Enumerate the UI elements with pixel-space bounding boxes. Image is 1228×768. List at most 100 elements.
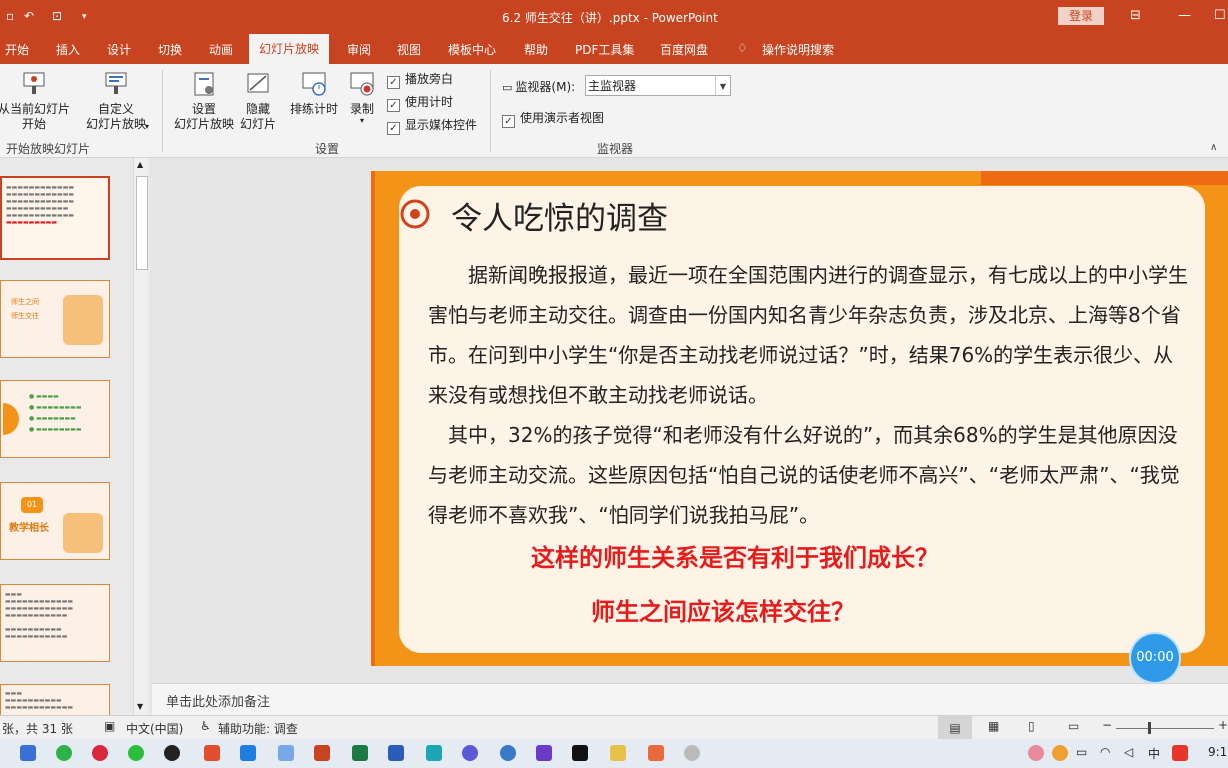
thumbnail-scrollbar[interactable]: ▲ ▼ (133, 158, 148, 715)
slide-question[interactable]: 师生之间应该怎样交往？ (591, 592, 855, 627)
wechat-icon[interactable] (128, 745, 144, 761)
maximize-icon[interactable]: ☐ (1214, 8, 1226, 23)
tab-transitions[interactable]: 切换 (158, 41, 182, 58)
app-icon[interactable] (648, 745, 664, 761)
undo-icon[interactable]: ↶ (24, 9, 34, 23)
tab-review[interactable]: 审阅 (347, 41, 371, 58)
tab-home[interactable]: 开始 (5, 41, 29, 58)
language-indicator[interactable]: 中文(中国) (126, 720, 183, 737)
sogou-input-icon[interactable] (1172, 745, 1188, 761)
tray-icon[interactable] (1052, 745, 1068, 761)
record-icon (350, 72, 374, 96)
tab-animations[interactable]: 动画 (209, 41, 233, 58)
powerpoint-icon[interactable] (314, 745, 330, 761)
app-icon[interactable] (204, 745, 220, 761)
quick-access-dropdown-icon[interactable]: ▾ (82, 12, 87, 22)
app-icon[interactable] (536, 745, 552, 761)
excel-icon[interactable] (352, 745, 368, 761)
wifi-icon[interactable]: ◠ (1100, 745, 1110, 759)
play-narrations-checkbox[interactable]: ✓ 播放旁白 (387, 70, 453, 89)
from-current-slide-button[interactable]: 从当前幻灯片 开始 (0, 70, 70, 132)
checkmark-icon: ✓ (387, 122, 400, 135)
app-icon[interactable] (462, 745, 478, 761)
rehearse-timings-button[interactable]: 排练计时 (286, 70, 342, 117)
tab-slideshow[interactable]: 幻灯片放映 (249, 34, 330, 64)
ribbon-tabs: 开始 插入 设计 切换 动画 幻灯片放映 审阅 视图 模板中心 帮助 PDF工具… (0, 34, 1228, 64)
monitor-label: ▭ 监视器(M): (502, 78, 575, 95)
volume-icon[interactable]: ◁ (1124, 745, 1133, 759)
show-media-controls-checkbox[interactable]: ✓ 显示媒体控件 (387, 116, 477, 135)
file-explorer-icon[interactable] (610, 745, 626, 761)
slide-thumbnail[interactable]: 师生之间 师生交往 (0, 280, 110, 358)
slide-title[interactable]: 令人吃惊的调查 (451, 193, 668, 238)
slide-thumbnail[interactable]: ▬▬▬▬▬▬▬▬▬▬▬▬▬▬▬▬▬▬▬▬▬▬▬▬▬▬▬▬▬▬▬▬▬▬▬▬▬▬▬▬… (0, 176, 110, 260)
tab-insert[interactable]: 插入 (56, 41, 80, 58)
minimize-icon[interactable]: — (1178, 8, 1191, 23)
save-icon[interactable]: ▫ (6, 9, 14, 23)
tray-icon[interactable] (1028, 745, 1044, 761)
capcut-icon[interactable] (572, 745, 588, 761)
presenter-view-label: 使用演示者视图 (520, 111, 605, 125)
app-icon[interactable] (240, 745, 256, 761)
app-icon[interactable] (278, 745, 294, 761)
thumbnail-title: 教学相长 (9, 523, 49, 534)
scroll-up-icon[interactable]: ▲ (137, 160, 143, 169)
zoom-out-icon[interactable]: − (1102, 718, 1112, 732)
use-timings-checkbox[interactable]: ✓ 使用计时 (387, 93, 453, 112)
ime-indicator[interactable]: 中 (1148, 745, 1160, 762)
slide-question[interactable]: 这样的师生关系是否有利于我们成长？ (531, 538, 939, 573)
setup-slideshow-button[interactable]: 设置 幻灯片放映 (172, 70, 236, 132)
slideshow-view-icon[interactable]: ▭ (1068, 719, 1079, 733)
zoom-in-icon[interactable]: + (1218, 718, 1228, 732)
presenter-view-checkbox[interactable]: ✓ 使用演示者视图 (502, 109, 604, 128)
app-icon[interactable] (426, 745, 442, 761)
slide-thumbnail[interactable]: ▬▬▬▬▬▬▬▬▬▬▬▬▬▬▬▬▬▬▬▬▬▬▬▬▬▬▬▬▬▬▬▬▬▬▬▬▬▬▬▬… (0, 584, 110, 662)
app-icon[interactable] (684, 745, 700, 761)
chevron-down-icon[interactable]: ▼ (715, 76, 730, 95)
tab-template-center[interactable]: 模板中心 (448, 41, 496, 58)
spell-check-icon[interactable]: ▣ (104, 719, 115, 733)
tab-help[interactable]: 帮助 (524, 41, 548, 58)
browser-icon[interactable] (56, 745, 72, 761)
slide-canvas[interactable]: 令人吃惊的调查 据新闻晚报报道，最近一项在全国范围内进行的调查显示，有七成以上的… (371, 171, 1228, 666)
word-icon[interactable] (388, 745, 404, 761)
qq-icon[interactable] (164, 745, 180, 761)
tab-view[interactable]: 视图 (397, 41, 421, 58)
chevron-down-icon[interactable]: ▾ (344, 117, 380, 125)
checkmark-icon: ✓ (387, 76, 400, 89)
zoom-slider[interactable] (1116, 728, 1214, 729)
app-icon[interactable] (20, 745, 36, 761)
netease-music-icon[interactable] (92, 745, 108, 761)
clock[interactable]: 9:1 (1208, 745, 1227, 759)
hide-slide-button[interactable]: 隐藏 幻灯片 (238, 70, 278, 132)
custom-slideshow-button[interactable]: 自定义 幻灯片放映 (78, 70, 154, 132)
custom-slideshow-icon (105, 72, 127, 94)
slide-thumbnail[interactable]: ● ▬▬▬▬ ● ▬▬▬▬▬▬▬▬ ● ▬▬▬▬▬▬▬ ● ▬▬▬▬▬▬▬▬ (0, 380, 110, 458)
notes-pane[interactable]: 单击此处添加备注 (152, 683, 1228, 716)
tab-pdf-tools[interactable]: PDF工具集 (575, 41, 634, 58)
battery-icon[interactable]: ▭ (1076, 745, 1087, 759)
reading-view-icon[interactable]: ▯ (1028, 719, 1035, 733)
tab-baidu-netdisk[interactable]: 百度网盘 (660, 41, 708, 58)
slide-body-text[interactable]: 据新闻晚报报道，最近一项在全国范围内进行的调查显示，有七成以上的中小学生害怕与老… (428, 255, 1188, 535)
scrollbar-thumb[interactable] (136, 176, 148, 270)
collapse-ribbon-icon[interactable]: ∧ (1210, 142, 1217, 153)
slide-paragraph: 据新闻晚报报道，最近一项在全国范围内进行的调查显示，有七成以上的中小学生害怕与老… (428, 263, 1188, 407)
login-button[interactable]: 登录 (1058, 7, 1104, 25)
slide-sorter-icon[interactable]: ▦ (988, 719, 999, 733)
slide-thumbnail[interactable]: 01 教学相长 (0, 482, 110, 560)
chevron-down-icon[interactable]: ▾ (145, 122, 149, 131)
start-slideshow-icon[interactable]: ⊡ (52, 9, 62, 23)
group-label-setup: 设置 (315, 142, 340, 156)
zoom-slider-thumb[interactable] (1148, 722, 1151, 734)
normal-view-icon[interactable]: ▤ (938, 716, 972, 740)
tell-me-search[interactable]: 操作说明搜索 (762, 41, 834, 58)
scroll-down-icon[interactable]: ▼ (137, 702, 143, 711)
monitor-select[interactable]: 主监视器 ▼ (585, 75, 731, 96)
ribbon-display-icon[interactable]: ⊟ (1130, 8, 1141, 23)
app-icon[interactable] (500, 745, 516, 761)
record-button[interactable]: 录制 ▾ (344, 70, 380, 125)
tab-design[interactable]: 设计 (107, 41, 131, 58)
recording-timer[interactable]: 00:00 (1131, 634, 1179, 682)
accessibility-status[interactable]: 辅助功能: 调查 (218, 720, 298, 737)
